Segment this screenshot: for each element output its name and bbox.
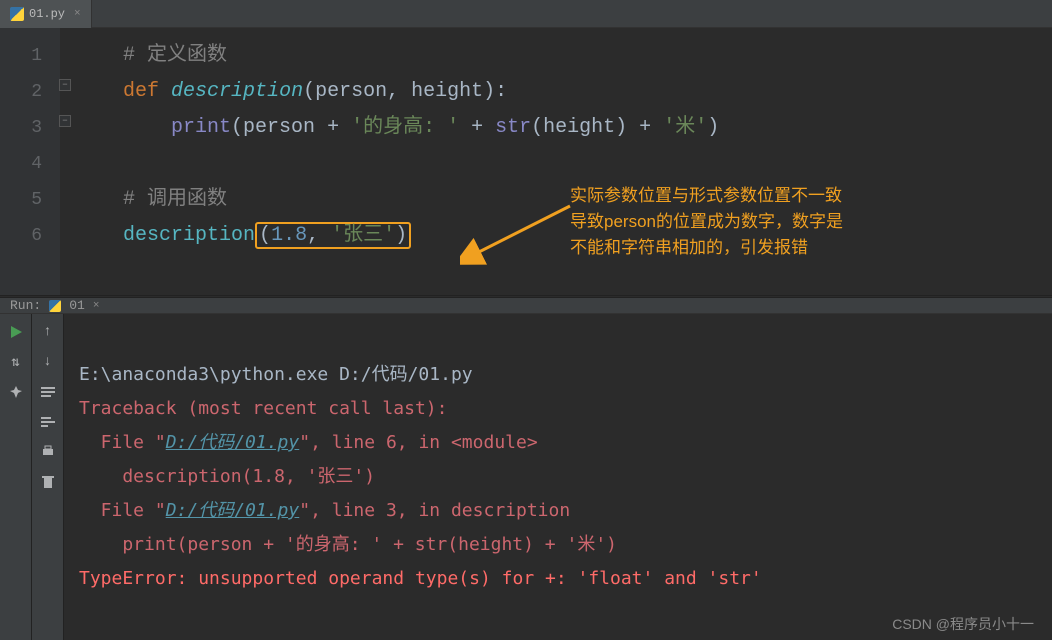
traceback-file: File "D:/代码/01.py", line 3, in descripti… <box>79 500 570 521</box>
close-icon[interactable]: × <box>74 8 81 20</box>
comment: # 定义函数 <box>123 44 227 67</box>
editor-section: 01.py × 1 2 3 4 5 6 − − # 定义函数 def descr… <box>0 0 1052 295</box>
run-toolbar-left: ⇅ <box>0 314 32 640</box>
run-label: Run: <box>10 298 41 313</box>
traceback-code: print(person + '的身高: ' + str(height) + '… <box>79 534 617 555</box>
editor-tab-bar: 01.py × <box>0 0 1052 28</box>
line-number: 3 <box>0 110 60 146</box>
close-icon[interactable]: × <box>93 300 100 312</box>
annotation-line: 导致person的位置成为数字，数字是 <box>570 209 843 235</box>
comment: # 调用函数 <box>123 188 227 211</box>
annotation-line: 实际参数位置与形式参数位置不一致 <box>570 183 843 209</box>
console-output[interactable]: E:\anaconda3\python.exe D:/代码/01.py Trac… <box>64 314 1052 640</box>
file-link[interactable]: D:/代码/01.py <box>166 432 300 453</box>
fold-marker-icon[interactable]: − <box>59 79 71 91</box>
error-message: TypeError: unsupported operand type(s) f… <box>79 568 762 589</box>
line-gutter: 1 2 3 4 5 6 <box>0 28 60 295</box>
python-file-icon <box>49 300 61 312</box>
line-number: 1 <box>0 38 60 74</box>
traceback-file: File "D:/代码/01.py", line 6, in <module> <box>79 432 538 453</box>
line-number: 5 <box>0 182 60 218</box>
python-file-icon <box>10 7 24 21</box>
trash-icon[interactable] <box>38 472 58 492</box>
annotation-arrow <box>460 186 580 276</box>
code-content[interactable]: − − # 定义函数 def description(person, heigh… <box>60 28 1052 295</box>
play-icon[interactable] <box>6 322 26 342</box>
traceback-header: Traceback (most recent call last): <box>79 398 447 419</box>
fold-marker-icon[interactable]: − <box>59 115 71 127</box>
code-area: 1 2 3 4 5 6 − − # 定义函数 def description(p… <box>0 28 1052 295</box>
down-arrow-icon[interactable]: ↓ <box>38 352 58 372</box>
code-line: def description(person, height): <box>60 74 1052 110</box>
watermark: CSDN @程序员小十一 <box>892 614 1034 634</box>
debug-icon[interactable]: ⇅ <box>6 352 26 372</box>
traceback-code: description(1.8, '张三') <box>79 466 375 487</box>
line-number: 4 <box>0 146 60 182</box>
run-header: Run: 01 × <box>0 298 1052 314</box>
console-command: E:\anaconda3\python.exe D:/代码/01.py <box>79 364 473 385</box>
line-number: 6 <box>0 218 60 254</box>
code-line: # 定义函数 <box>60 38 1052 74</box>
file-tab-label: 01.py <box>29 7 65 21</box>
up-arrow-icon[interactable]: ↑ <box>38 322 58 342</box>
file-link[interactable]: D:/代码/01.py <box>166 500 300 521</box>
file-tab[interactable]: 01.py × <box>0 0 92 28</box>
run-toolbar-right: ↑ ↓ <box>32 314 64 640</box>
code-line <box>60 146 1052 182</box>
annotation-line: 不能和字符串相加的，引发报错 <box>570 235 843 261</box>
print-icon[interactable] <box>38 442 58 462</box>
code-line: print(person + '的身高: ' + str(height) + '… <box>60 110 1052 146</box>
run-body: ⇅ ↑ ↓ E:\anaconda3\python.exe D:/代码/01.p… <box>0 314 1052 640</box>
annotation-text: 实际参数位置与形式参数位置不一致 导致person的位置成为数字，数字是 不能和… <box>570 183 843 261</box>
highlighted-args: (1.8, '张三') <box>255 222 411 249</box>
run-panel: Run: 01 × ⇅ ↑ ↓ <box>0 298 1052 638</box>
pin-icon[interactable] <box>6 382 26 402</box>
wrap-icon[interactable] <box>38 382 58 402</box>
scroll-icon[interactable] <box>38 412 58 432</box>
run-tab-label[interactable]: 01 <box>69 298 85 313</box>
line-number: 2 <box>0 74 60 110</box>
